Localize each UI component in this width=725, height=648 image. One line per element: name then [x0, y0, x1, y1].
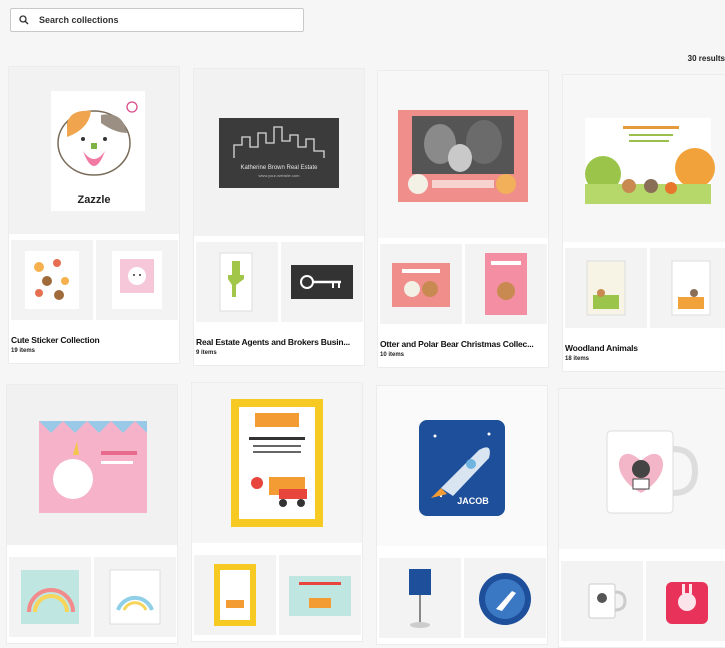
collection-card-construction[interactable]	[191, 382, 363, 642]
collection-hero-image[interactable]	[192, 383, 362, 543]
collection-thumb[interactable]	[380, 244, 462, 324]
collection-thumb[interactable]	[379, 558, 461, 638]
collection-thumb[interactable]	[650, 248, 725, 328]
collection-thumb[interactable]	[561, 561, 643, 641]
collection-title[interactable]: Cute Sticker Collection	[11, 335, 175, 345]
collection-card-rocket[interactable]: JACOB	[376, 385, 548, 645]
collection-title[interactable]: Woodland Animals	[565, 343, 725, 353]
collection-item-count: 18 items	[565, 356, 590, 362]
collection-card-cute-sticker[interactable]: Zazzle Cute Sticker Collection 19 items	[8, 66, 180, 364]
card-name: Katherine Brown Real Estate	[240, 165, 318, 171]
collection-title[interactable]: Otter and Polar Bear Christmas Collec...	[380, 339, 544, 349]
collection-thumb[interactable]	[11, 240, 93, 320]
collection-hero-image[interactable]	[559, 389, 725, 549]
collection-card-real-estate[interactable]: Katherine Brown Real Estate www.your-web…	[193, 68, 365, 366]
collection-card-woodland-animals[interactable]: Woodland Animals 18 items	[562, 74, 725, 372]
collection-thumb[interactable]	[565, 248, 647, 328]
collection-card-mug[interactable]	[558, 388, 725, 648]
collection-card-unicorn[interactable]	[6, 384, 178, 644]
search-input[interactable]	[39, 15, 289, 25]
collection-thumb[interactable]	[281, 242, 363, 322]
collection-hero-image[interactable]: Katherine Brown Real Estate www.your-web…	[194, 69, 364, 236]
collection-hero-image[interactable]	[378, 71, 548, 238]
collection-hero-image[interactable]: JACOB	[377, 386, 547, 546]
brand-logo: Zazzle	[77, 194, 110, 206]
collection-card-otter-polar-bear[interactable]: Otter and Polar Bear Christmas Collec...…	[377, 70, 549, 368]
card-website: www.your-website.com	[259, 173, 301, 178]
collection-thumb[interactable]	[279, 555, 361, 635]
collection-item-count: 19 items	[11, 348, 36, 354]
collection-hero-image[interactable]	[563, 75, 725, 242]
search-bar[interactable]	[10, 8, 304, 32]
collection-thumb[interactable]	[9, 557, 91, 637]
collection-thumb[interactable]	[194, 555, 276, 635]
collection-thumb[interactable]	[646, 561, 725, 641]
collection-hero-image[interactable]	[7, 385, 177, 545]
collection-thumb[interactable]	[96, 240, 178, 320]
collection-title[interactable]: Real Estate Agents and Brokers Busin...	[196, 337, 360, 347]
search-icon	[19, 15, 35, 25]
collection-thumb[interactable]	[94, 557, 176, 637]
results-count: 30 results	[687, 54, 725, 63]
collection-hero-image[interactable]: Zazzle	[9, 67, 179, 234]
collection-thumb[interactable]	[465, 244, 547, 324]
collection-item-count: 9 items	[196, 350, 217, 356]
collection-item-count: 10 items	[380, 352, 405, 358]
pillow-name: JACOB	[457, 496, 489, 506]
collection-thumb[interactable]	[464, 558, 546, 638]
collection-thumb[interactable]	[196, 242, 278, 322]
